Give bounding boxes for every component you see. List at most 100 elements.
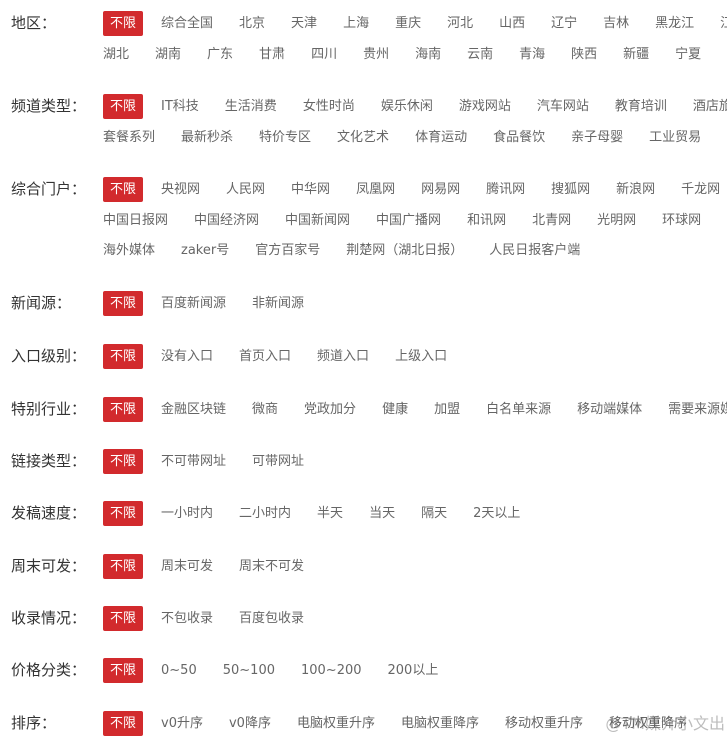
- filter-option[interactable]: 酒店旅: [685, 94, 727, 119]
- filter-option[interactable]: 2天以上: [465, 501, 528, 526]
- filter-option[interactable]: 中国广播网: [368, 208, 449, 233]
- filter-option[interactable]: 中华网: [283, 177, 338, 202]
- unlimited-badge[interactable]: 不限: [103, 344, 144, 369]
- filter-option[interactable]: 文化艺术: [329, 125, 397, 150]
- unlimited-badge[interactable]: 不限: [103, 711, 144, 736]
- filter-option[interactable]: 环球网: [654, 208, 709, 233]
- filter-option[interactable]: 没有入口: [153, 344, 221, 369]
- filter-option[interactable]: 光明网: [589, 208, 644, 233]
- filter-option[interactable]: 二小时内: [231, 501, 299, 526]
- filter-option[interactable]: 亲子母婴: [563, 125, 631, 150]
- unlimited-badge[interactable]: 不限: [103, 501, 144, 526]
- filter-option[interactable]: 电脑权重升序: [289, 711, 383, 736]
- unlimited-badge[interactable]: 不限: [103, 177, 144, 202]
- filter-option[interactable]: 200以上: [380, 658, 447, 683]
- filter-option[interactable]: 移动权重降序: [601, 711, 695, 736]
- filter-option[interactable]: 腾讯网: [478, 177, 533, 202]
- filter-option[interactable]: 白名单来源: [478, 397, 559, 422]
- filter-option[interactable]: 湖北: [103, 42, 137, 67]
- filter-option[interactable]: 不可带网址: [153, 449, 234, 474]
- filter-option[interactable]: 陕西: [563, 42, 605, 67]
- filter-option[interactable]: 当天: [361, 501, 403, 526]
- filter-option[interactable]: 中国日报网: [103, 208, 176, 233]
- filter-option[interactable]: 加盟: [426, 397, 468, 422]
- filter-option[interactable]: 辽宁: [543, 11, 585, 36]
- filter-option[interactable]: 央视网: [153, 177, 208, 202]
- filter-option[interactable]: 北京: [231, 11, 273, 36]
- filter-option[interactable]: 人民网: [218, 177, 273, 202]
- filter-option[interactable]: 健康: [374, 397, 416, 422]
- filter-option[interactable]: 游戏网站: [451, 94, 519, 119]
- filter-option[interactable]: 需要来源媒: [660, 397, 727, 422]
- filter-option[interactable]: v0升序: [153, 711, 211, 736]
- filter-option[interactable]: 微商: [244, 397, 286, 422]
- filter-option[interactable]: 山西: [491, 11, 533, 36]
- filter-option[interactable]: 一小时内: [153, 501, 221, 526]
- filter-option[interactable]: 上级入口: [387, 344, 455, 369]
- filter-option[interactable]: 四川: [303, 42, 345, 67]
- filter-option[interactable]: 千龙网: [673, 177, 727, 202]
- filter-option[interactable]: 工业贸易: [641, 125, 709, 150]
- filter-option[interactable]: 娱乐休闲: [373, 94, 441, 119]
- filter-option[interactable]: v0降序: [221, 711, 279, 736]
- filter-option[interactable]: 移动权重升序: [497, 711, 591, 736]
- filter-option[interactable]: 体育运动: [407, 125, 475, 150]
- filter-option[interactable]: 新疆: [615, 42, 657, 67]
- filter-option[interactable]: 套餐系列: [103, 125, 163, 150]
- unlimited-badge[interactable]: 不限: [103, 606, 144, 631]
- filter-option[interactable]: 新浪网: [608, 177, 663, 202]
- filter-option[interactable]: 隔天: [413, 501, 455, 526]
- filter-option[interactable]: 海外媒体: [103, 238, 163, 263]
- unlimited-badge[interactable]: 不限: [103, 94, 144, 119]
- filter-option[interactable]: 教育培训: [607, 94, 675, 119]
- filter-option[interactable]: 湖南: [147, 42, 189, 67]
- filter-option[interactable]: 频道入口: [309, 344, 377, 369]
- filter-option[interactable]: 百度包收录: [231, 606, 312, 631]
- unlimited-badge[interactable]: 不限: [103, 449, 144, 474]
- filter-option[interactable]: 百度新闻源: [153, 291, 234, 316]
- filter-option[interactable]: 可带网址: [244, 449, 312, 474]
- filter-option[interactable]: 甘肃: [251, 42, 293, 67]
- filter-option[interactable]: 官方百家号: [247, 238, 328, 263]
- filter-option[interactable]: 综合全国: [153, 11, 221, 36]
- filter-option[interactable]: 云南: [459, 42, 501, 67]
- filter-option[interactable]: 金融区块链: [153, 397, 234, 422]
- filter-option[interactable]: 贵州: [355, 42, 397, 67]
- filter-option[interactable]: 周末不可发: [231, 554, 312, 579]
- filter-option[interactable]: 河北: [439, 11, 481, 36]
- filter-option[interactable]: 周末可发: [153, 554, 221, 579]
- filter-option[interactable]: 凤凰网: [348, 177, 403, 202]
- filter-option[interactable]: 中国经济网: [186, 208, 267, 233]
- unlimited-badge[interactable]: 不限: [103, 397, 144, 422]
- filter-option[interactable]: 生活消费: [217, 94, 285, 119]
- filter-option[interactable]: 中国新闻网: [277, 208, 358, 233]
- unlimited-badge[interactable]: 不限: [103, 291, 144, 316]
- filter-option[interactable]: 食品餐饮: [485, 125, 553, 150]
- filter-option[interactable]: 天津: [283, 11, 325, 36]
- filter-option[interactable]: 电脑权重降序: [393, 711, 487, 736]
- filter-option[interactable]: IT科技: [153, 94, 207, 119]
- filter-option[interactable]: 特价专区: [251, 125, 319, 150]
- filter-option[interactable]: 和讯网: [459, 208, 514, 233]
- filter-option[interactable]: 非新闻源: [244, 291, 312, 316]
- filter-option[interactable]: 青海: [511, 42, 553, 67]
- filter-option[interactable]: 重庆: [387, 11, 429, 36]
- filter-option[interactable]: 党政加分: [296, 397, 364, 422]
- filter-option[interactable]: 女性时尚: [295, 94, 363, 119]
- filter-option[interactable]: 人民日报客户端: [481, 238, 588, 263]
- filter-option[interactable]: 半天: [309, 501, 351, 526]
- filter-option[interactable]: 江: [712, 11, 727, 36]
- filter-option[interactable]: 0~50: [153, 658, 205, 683]
- filter-option[interactable]: 广东: [199, 42, 241, 67]
- unlimited-badge[interactable]: 不限: [103, 658, 144, 683]
- filter-option[interactable]: 北青网: [524, 208, 579, 233]
- filter-option[interactable]: 黑龙江: [647, 11, 702, 36]
- filter-option[interactable]: 首页入口: [231, 344, 299, 369]
- filter-option[interactable]: 荆楚网（湖北日报）: [338, 238, 471, 263]
- filter-option[interactable]: 100~200: [293, 658, 370, 683]
- filter-option[interactable]: 不包收录: [153, 606, 221, 631]
- filter-option[interactable]: 最新秒杀: [173, 125, 241, 150]
- unlimited-badge[interactable]: 不限: [103, 11, 144, 36]
- filter-option[interactable]: zaker号: [173, 238, 237, 263]
- filter-option[interactable]: 50~100: [215, 658, 283, 683]
